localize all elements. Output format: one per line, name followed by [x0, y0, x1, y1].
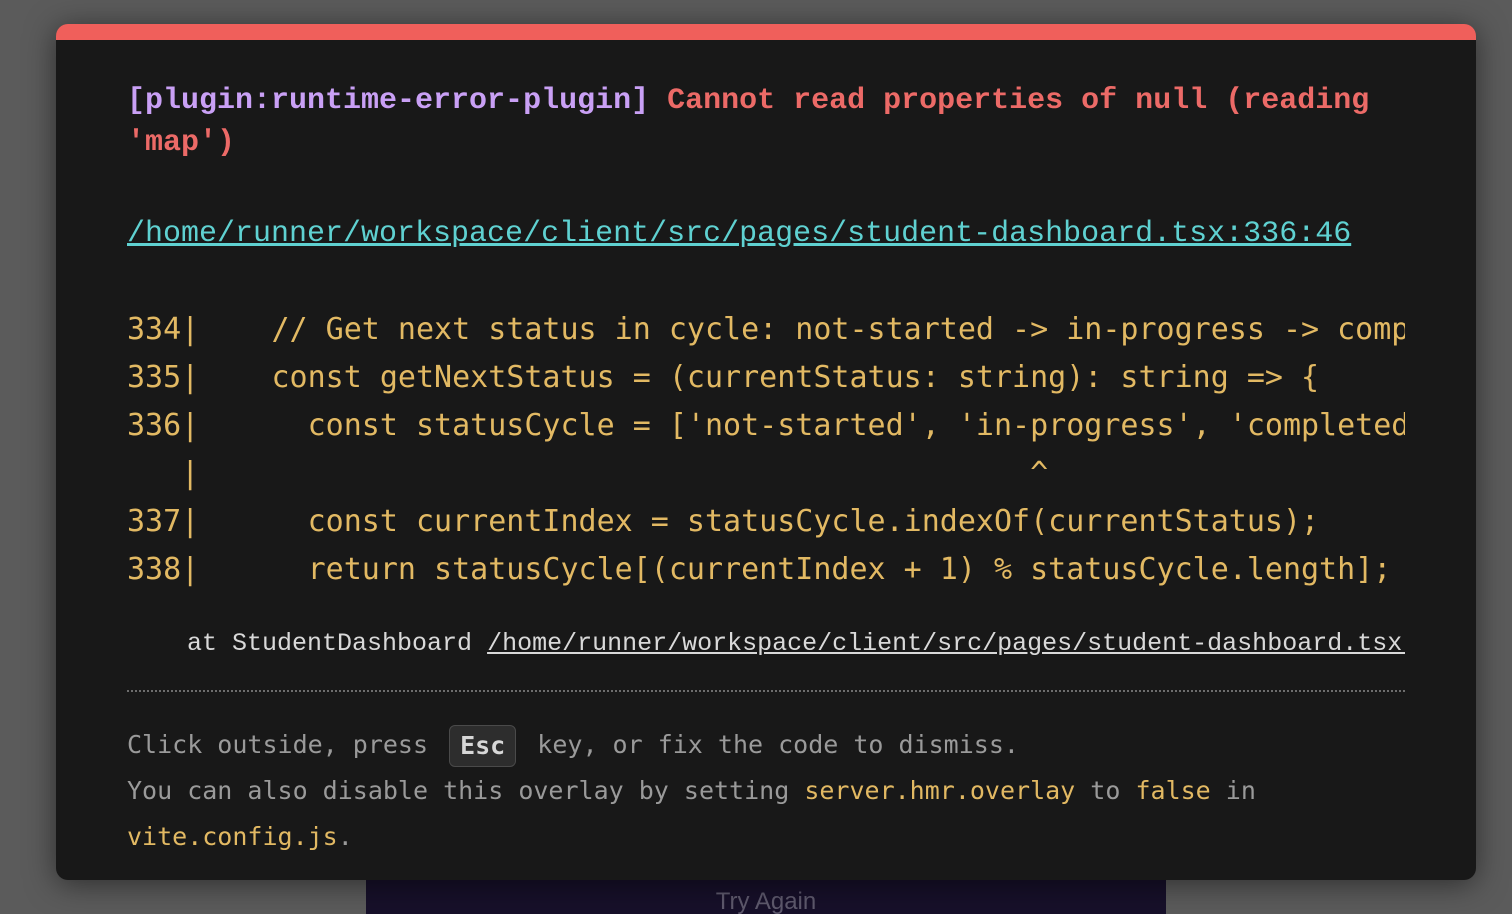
tip-text: .: [337, 822, 353, 851]
config-file-name: vite.config.js: [127, 822, 338, 851]
code-pointer-line: | ^: [127, 456, 1049, 491]
code-line: 337| const currentIndex = statusCycle.in…: [127, 504, 1320, 539]
code-line: 335| const getNextStatus = (currentStatu…: [127, 360, 1320, 395]
tip-text: You can also disable this overlay by set…: [127, 776, 805, 805]
stack-file-link[interactable]: /home/runner/workspace/client/src/pages/…: [487, 629, 1405, 658]
code-line: 334| // Get next status in cycle: not-st…: [127, 312, 1405, 347]
tip-text: to: [1075, 776, 1136, 805]
esc-key-badge: Esc: [449, 725, 517, 767]
divider: [127, 690, 1405, 692]
stack-prefix: at StudentDashboard: [127, 629, 488, 658]
code-line: 338| return statusCycle[(currentIndex + …: [127, 552, 1392, 587]
tip-text: Click outside, press: [127, 730, 444, 759]
tip-text: in: [1210, 776, 1256, 805]
dismiss-tip: Click outside, press Esc key, or fix the…: [127, 722, 1405, 860]
setting-value: false: [1135, 776, 1211, 805]
try-again-button[interactable]: Try Again: [366, 880, 1166, 914]
error-overlay[interactable]: [plugin:runtime-error-plugin] Cannot rea…: [56, 24, 1476, 880]
error-message: [plugin:runtime-error-plugin] Cannot rea…: [127, 80, 1405, 164]
code-line: 336| const statusCycle = ['not-started',…: [127, 408, 1405, 443]
error-file-link[interactable]: /home/runner/workspace/client/src/pages/…: [127, 210, 1405, 258]
setting-name: server.hmr.overlay: [804, 776, 1076, 805]
plugin-tag: [plugin:runtime-error-plugin]: [127, 84, 650, 118]
stack-trace: at StudentDashboard /home/runner/workspa…: [127, 626, 1405, 662]
tip-text: key, or fix the code to dismiss.: [522, 730, 1019, 759]
code-frame: 334| // Get next status in cycle: not-st…: [127, 306, 1405, 594]
